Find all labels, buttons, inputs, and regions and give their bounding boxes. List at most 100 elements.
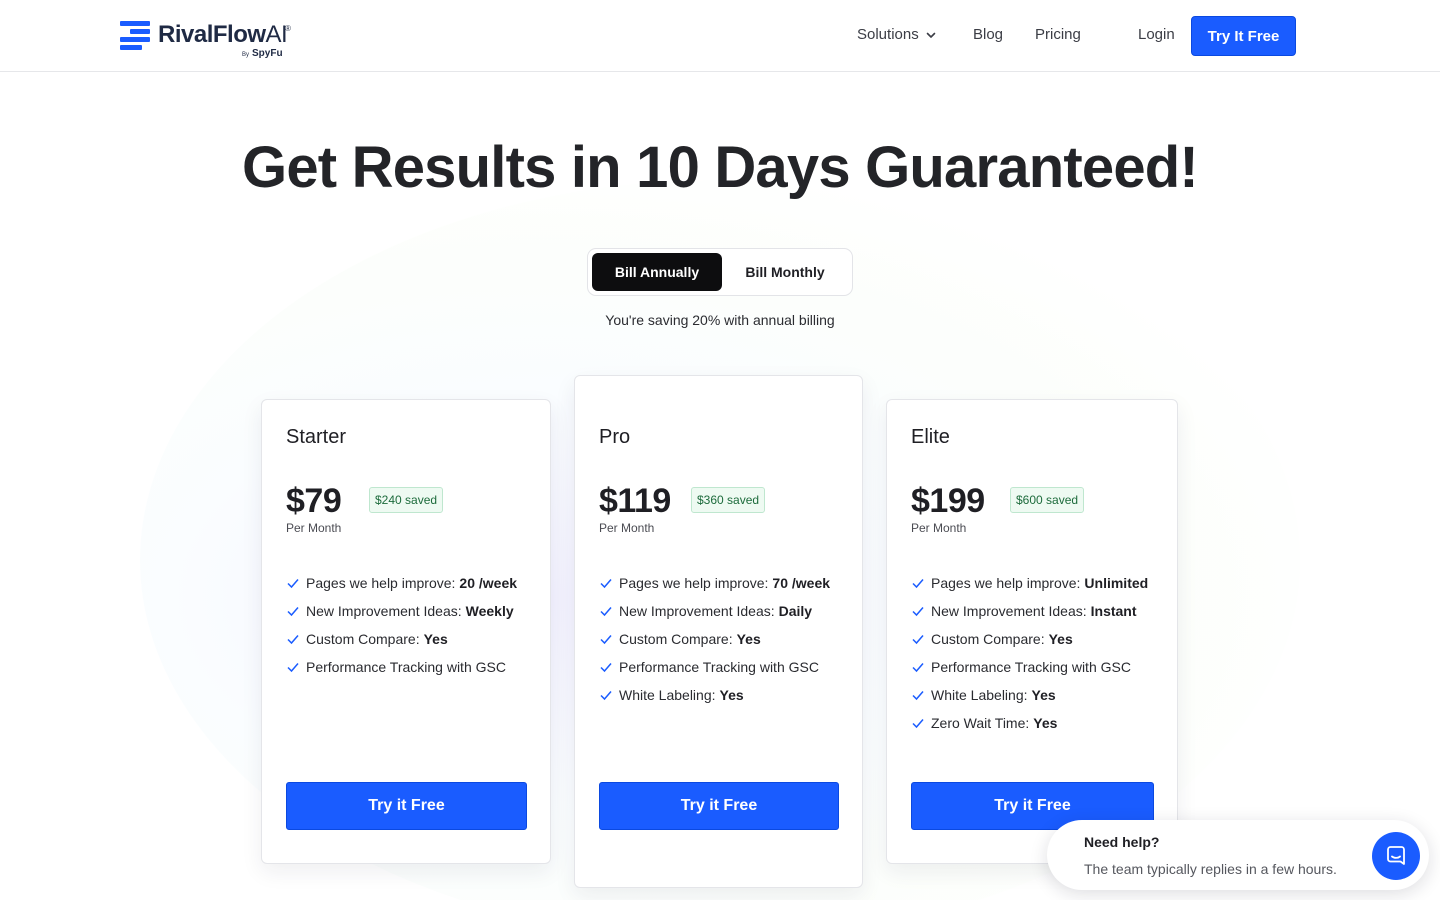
check-icon [912, 719, 924, 729]
feature-label: White Labeling: [619, 687, 716, 703]
bill-annually-option[interactable]: Bill Annually [592, 253, 722, 291]
feature-item: New Improvement Ideas: Instant [911, 597, 1148, 625]
nav-solutions[interactable]: Solutions [857, 26, 937, 43]
feature-label: New Improvement Ideas: [931, 603, 1087, 619]
plan-price: $119 [599, 482, 671, 520]
feature-value: Yes [1031, 687, 1056, 703]
billing-toggle: Bill Annually Bill Monthly [587, 248, 853, 296]
feature-value: 70 /week [772, 575, 831, 591]
feature-item: New Improvement Ideas: Weekly [286, 597, 517, 625]
feature-item: White Labeling: Yes [599, 681, 830, 709]
plan-period: Per Month [911, 521, 967, 535]
feature-value: Daily [778, 603, 813, 619]
nav-pricing[interactable]: Pricing [1035, 26, 1081, 43]
feature-label: Performance Tracking with GSC [306, 659, 506, 675]
feature-list: Pages we help improve: 70 /week New Impro… [599, 569, 830, 709]
help-subtitle: The team typically replies in a few hour… [1084, 861, 1337, 877]
plan-name: Starter [286, 426, 347, 448]
feature-item: Zero Wait Time: Yes [911, 709, 1148, 737]
feature-item: Pages we help improve: Unlimited [911, 569, 1148, 597]
check-icon [912, 691, 924, 701]
feature-value: 20 /week [459, 575, 518, 591]
feature-label: White Labeling: [931, 687, 1028, 703]
feature-list: Pages we help improve: 20 /week New Impro… [286, 569, 517, 681]
logo-name: RivalFlow [158, 21, 266, 48]
help-widget[interactable]: Need help? The team typically replies in… [1047, 820, 1429, 890]
check-icon [600, 691, 612, 701]
check-icon [912, 579, 924, 589]
logo-by-label: By [242, 52, 250, 58]
logo-name-suffix: AI [265, 21, 288, 48]
plan-name: Elite [911, 426, 950, 448]
feature-label: Zero Wait Time: [931, 715, 1030, 731]
plan-period: Per Month [286, 521, 342, 535]
chat-icon [1387, 846, 1405, 865]
logo-mark-icon [120, 21, 150, 51]
logo-registered-mark: ® [285, 24, 291, 33]
plan-price: $79 [286, 482, 342, 520]
feature-item: Performance Tracking with GSC [286, 653, 517, 681]
check-icon [912, 635, 924, 645]
feature-label: Custom Compare: [931, 631, 1045, 647]
feature-item: Pages we help improve: 70 /week [599, 569, 830, 597]
check-icon [600, 635, 612, 645]
nav-login[interactable]: Login [1138, 26, 1175, 43]
feature-label: Performance Tracking with GSC [619, 659, 819, 675]
feature-item: Custom Compare: Yes [911, 625, 1148, 653]
check-icon [912, 663, 924, 673]
page-title: Get Results in 10 Days Guaranteed! [242, 135, 1199, 200]
check-icon [287, 663, 299, 673]
saved-badge: $600 saved [1010, 487, 1085, 513]
plan-price: $199 [911, 482, 985, 520]
logo-wordmark: RivalFlowAI [158, 21, 288, 49]
logo[interactable]: RivalFlowAI ® By SpyFu [120, 20, 295, 62]
help-title: Need help? [1084, 834, 1160, 850]
logo-byline: By SpyFu [242, 48, 283, 59]
plan-card-elite: Elite $199 $600 saved Per Month Pages we… [886, 399, 1178, 864]
feature-item: New Improvement Ideas: Daily [599, 597, 830, 625]
check-icon [287, 635, 299, 645]
feature-label: Pages we help improve: [619, 575, 769, 591]
check-icon [912, 607, 924, 617]
feature-label: Performance Tracking with GSC [931, 659, 1131, 675]
feature-item: Performance Tracking with GSC [599, 653, 830, 681]
feature-item: Performance Tracking with GSC [911, 653, 1148, 681]
logo-by-name: SpyFu [252, 48, 283, 59]
plan-period: Per Month [599, 521, 655, 535]
feature-label: Custom Compare: [619, 631, 733, 647]
feature-list: Pages we help improve: Unlimited New Impr… [911, 569, 1148, 737]
feature-value: Yes [719, 687, 744, 703]
feature-label: New Improvement Ideas: [306, 603, 462, 619]
feature-label: Pages we help improve: [931, 575, 1081, 591]
check-icon [287, 607, 299, 617]
feature-value: Weekly [465, 603, 514, 619]
nav-solutions-label: Solutions [857, 26, 919, 43]
feature-label: Pages we help improve: [306, 575, 456, 591]
feature-value: Instant [1090, 603, 1137, 619]
chat-launcher-button[interactable] [1372, 832, 1420, 880]
try-free-button-starter[interactable]: Try it Free [286, 782, 527, 830]
feature-value: Yes [1048, 631, 1073, 647]
feature-label: New Improvement Ideas: [619, 603, 775, 619]
site-header: RivalFlowAI ® By SpyFu Solutions Blog Pri… [0, 0, 1440, 72]
feature-item: Custom Compare: Yes [599, 625, 830, 653]
feature-value: Unlimited [1084, 575, 1149, 591]
feature-item: Pages we help improve: 20 /week [286, 569, 517, 597]
plan-card-pro: Pro $119 $360 saved Per Month Pages we h… [574, 375, 863, 888]
feature-label: Custom Compare: [306, 631, 420, 647]
check-icon [600, 579, 612, 589]
try-free-button-pro[interactable]: Try it Free [599, 782, 839, 830]
check-icon [600, 663, 612, 673]
check-icon [600, 607, 612, 617]
check-icon [287, 579, 299, 589]
saved-badge: $240 saved [369, 487, 444, 513]
feature-item: White Labeling: Yes [911, 681, 1148, 709]
header-try-free-button[interactable]: Try It Free [1191, 16, 1296, 56]
bill-monthly-option[interactable]: Bill Monthly [722, 253, 848, 291]
plan-name: Pro [599, 426, 631, 448]
feature-value: Yes [1033, 715, 1058, 731]
feature-value: Yes [423, 631, 448, 647]
plan-card-starter: Starter $79 $240 saved Per Month Pages w… [261, 399, 551, 864]
nav-blog[interactable]: Blog [973, 26, 1003, 43]
feature-item: Custom Compare: Yes [286, 625, 517, 653]
